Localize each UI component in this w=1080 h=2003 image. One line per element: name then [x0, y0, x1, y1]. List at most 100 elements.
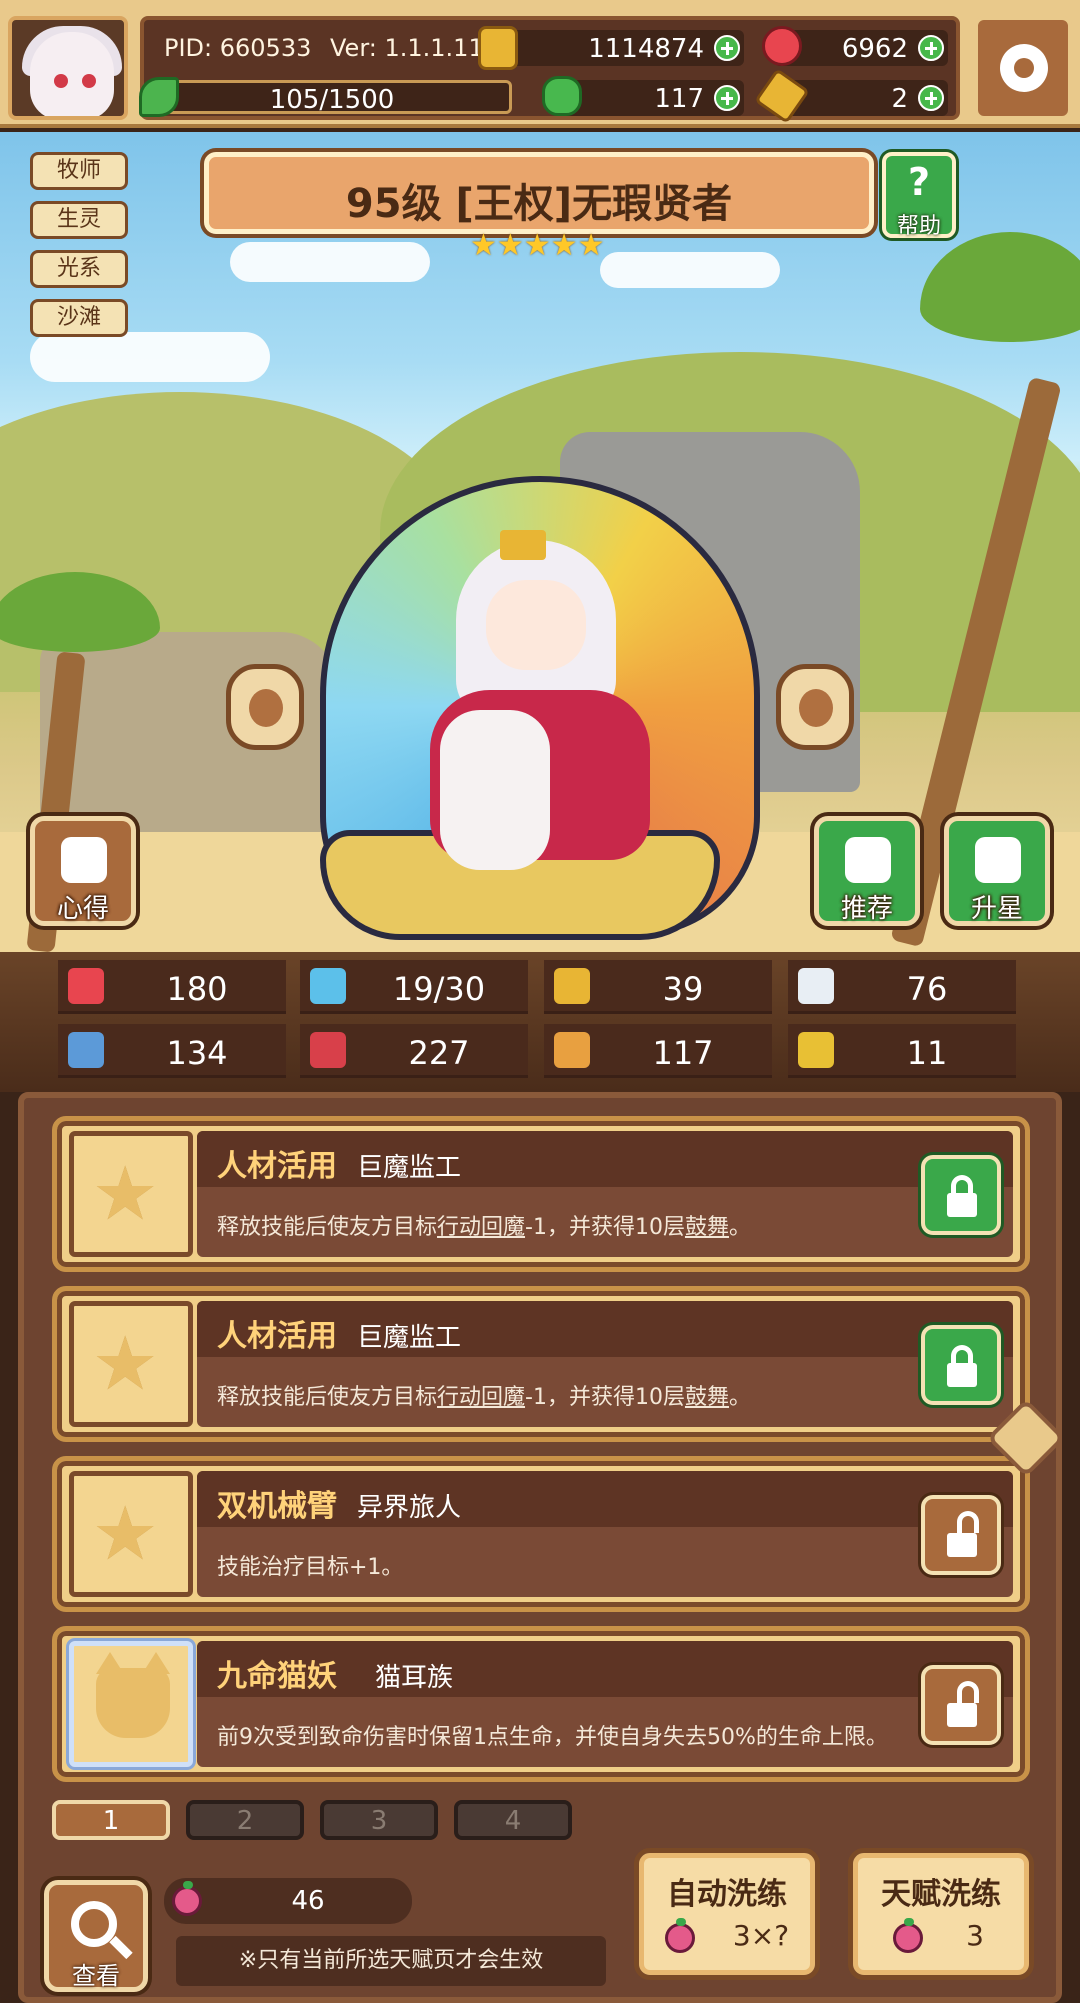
- talent-icon-box: ★: [69, 1471, 193, 1597]
- talent-card[interactable]: ★ 人材活用 巨魔监工 释放技能后使友方目标行动回魔-1，并获得10层鼓舞。: [52, 1116, 1030, 1272]
- unlock-icon: [957, 1681, 979, 1703]
- key-icon: [754, 68, 810, 124]
- keyword-link[interactable]: 行动回魔: [437, 1215, 525, 1240]
- question-icon: ?: [907, 160, 931, 204]
- star-icon: ★: [92, 1151, 159, 1237]
- keyword-link[interactable]: 鼓舞: [685, 1385, 729, 1410]
- star-rating: ★★★★★: [470, 228, 605, 263]
- star-up-button[interactable]: 升星: [944, 816, 1050, 926]
- ruby-counter: 6962: [762, 26, 948, 66]
- hero-title: 95级 [王权]无瑕贤者: [345, 181, 733, 227]
- unlock-icon: [957, 1511, 979, 1533]
- stat-mana: 19/30: [300, 960, 528, 1014]
- resource-panel: PID: 660533 Ver: 1.1.1.11 1114874 6962 1…: [139, 16, 960, 124]
- talent-source: 巨魔监工: [357, 1153, 462, 1183]
- player-avatar[interactable]: [8, 16, 128, 120]
- tag-class: 牧师: [30, 152, 128, 190]
- recommend-button[interactable]: 推荐: [814, 816, 920, 926]
- key-counter: 2: [754, 68, 948, 124]
- talent-page-tab-3[interactable]: 3: [320, 1800, 438, 1840]
- talent-page-tab-2[interactable]: 2: [186, 1800, 304, 1840]
- talent-page-tab-1[interactable]: 1: [52, 1800, 170, 1840]
- stat-defense: 39: [544, 960, 772, 1014]
- talent-source: 异界旅人: [357, 1493, 462, 1523]
- keyword-link[interactable]: 行动回魔: [437, 1385, 525, 1410]
- fruit-icon: [172, 1881, 202, 1916]
- insights-button[interactable]: 心得: [30, 816, 136, 926]
- gear-icon: [1000, 44, 1048, 92]
- tag-terrain: 沙滩: [30, 299, 128, 337]
- star-icon: ★: [92, 1491, 159, 1577]
- stat-hp: 180: [58, 960, 286, 1014]
- fruit-counter: 46: [164, 1878, 412, 1924]
- lock-toggle-button[interactable]: [921, 1155, 1001, 1235]
- fruit-icon: [893, 1918, 923, 1953]
- auto-reroll-button[interactable]: 自动洗练 3×?: [634, 1848, 820, 1980]
- add-clover-button[interactable]: [714, 85, 740, 111]
- boot-icon: [554, 1032, 590, 1068]
- horseshoe-icon: [798, 1032, 834, 1068]
- add-ruby-button[interactable]: [918, 35, 944, 61]
- book-icon: [310, 1032, 346, 1068]
- talent-card[interactable]: ★ 双机械臂 异界旅人 技能治疗目标+1。: [52, 1456, 1030, 1612]
- keyword-link[interactable]: 鼓舞: [685, 1215, 729, 1240]
- next-hero-button[interactable]: [776, 664, 854, 750]
- talent-reroll-button[interactable]: 天赋洗练 3: [848, 1848, 1034, 1980]
- star-badge-icon: [975, 837, 1021, 883]
- talent-page-tab-4[interactable]: 4: [454, 1800, 572, 1840]
- tag-race: 生灵: [30, 201, 128, 239]
- talent-description: 释放技能后使友方目标行动回魔-1，并获得10层鼓舞。: [217, 1215, 751, 1240]
- water-drop-icon: [310, 968, 346, 1004]
- view-button[interactable]: 查看: [44, 1880, 148, 1992]
- add-key-button[interactable]: [918, 85, 944, 111]
- talent-description: 技能治疗目标+1。: [217, 1555, 404, 1580]
- lock-toggle-button[interactable]: [921, 1495, 1001, 1575]
- stat-resistance: 76: [788, 960, 1016, 1014]
- crown-icon: [500, 530, 546, 560]
- clover-counter: 117: [542, 76, 744, 116]
- shield-icon: [554, 968, 590, 1004]
- hero-title-banner: 95级 [王权]无瑕贤者: [204, 152, 874, 234]
- settings-button[interactable]: [974, 16, 1072, 120]
- page-note: ※只有当前所选天赋页才会生效: [176, 1936, 606, 1986]
- help-button[interactable]: ? 帮助: [882, 152, 956, 239]
- fist-icon: [68, 1032, 104, 1068]
- talent-icon-box: ★: [69, 1131, 193, 1257]
- cat-icon: [96, 1652, 170, 1738]
- star-icon: ★: [92, 1321, 159, 1407]
- heart-icon: [68, 968, 104, 1004]
- talent-card[interactable]: ★ 人材活用 巨魔监工 释放技能后使友方目标行动回魔-1，并获得10层鼓舞。: [52, 1286, 1030, 1442]
- talent-icon-box: ★: [69, 1301, 193, 1427]
- stat-magic: 227: [300, 1024, 528, 1078]
- talent-card[interactable]: 九命猫妖 猫耳族 前9次受到致命伤害时保留1点生命，并使自身失去50%的生命上限…: [52, 1626, 1030, 1782]
- stat-attack: 134: [58, 1024, 286, 1078]
- top-bar: PID: 660533 Ver: 1.1.1.11 1114874 6962 1…: [0, 0, 1080, 128]
- talent-name: 人材活用: [217, 1319, 337, 1354]
- lock-toggle-button[interactable]: [921, 1325, 1001, 1405]
- gold-counter: 1114874: [478, 26, 744, 70]
- prev-hero-button[interactable]: [226, 664, 304, 750]
- add-gold-button[interactable]: [714, 35, 740, 61]
- fruit-icon: [665, 1918, 695, 1953]
- talent-source: 猫耳族: [375, 1663, 454, 1693]
- gold-coin-icon: [478, 26, 518, 70]
- talent-source: 巨魔监工: [357, 1323, 462, 1353]
- stat-speed: 117: [544, 1024, 772, 1078]
- talent-name: 九命猫妖: [217, 1659, 337, 1694]
- lock-toggle-button[interactable]: [921, 1665, 1001, 1745]
- thumbs-up-icon: [845, 837, 891, 883]
- magnifier-icon: [71, 1901, 117, 1947]
- talent-name: 人材活用: [217, 1149, 337, 1184]
- clover-icon: [542, 76, 582, 116]
- talent-description: 前9次受到致命伤害时保留1点生命，并使自身失去50%的生命上限。: [217, 1725, 888, 1750]
- stats-panel: 180 19/30 39 76 134 227 117 11: [0, 952, 1080, 1092]
- version-label: Ver: 1.1.1.11: [330, 34, 484, 62]
- ruby-gem-icon: [762, 26, 802, 66]
- wing-icon: [798, 968, 834, 1004]
- tag-element: 光系: [30, 250, 128, 288]
- talent-icon-box: [69, 1641, 193, 1767]
- talent-name: 双机械臂: [217, 1489, 337, 1524]
- stat-luck: 11: [788, 1024, 1016, 1078]
- stamina-bar: 105/1500: [139, 77, 512, 117]
- chat-bubble-icon: [61, 837, 107, 883]
